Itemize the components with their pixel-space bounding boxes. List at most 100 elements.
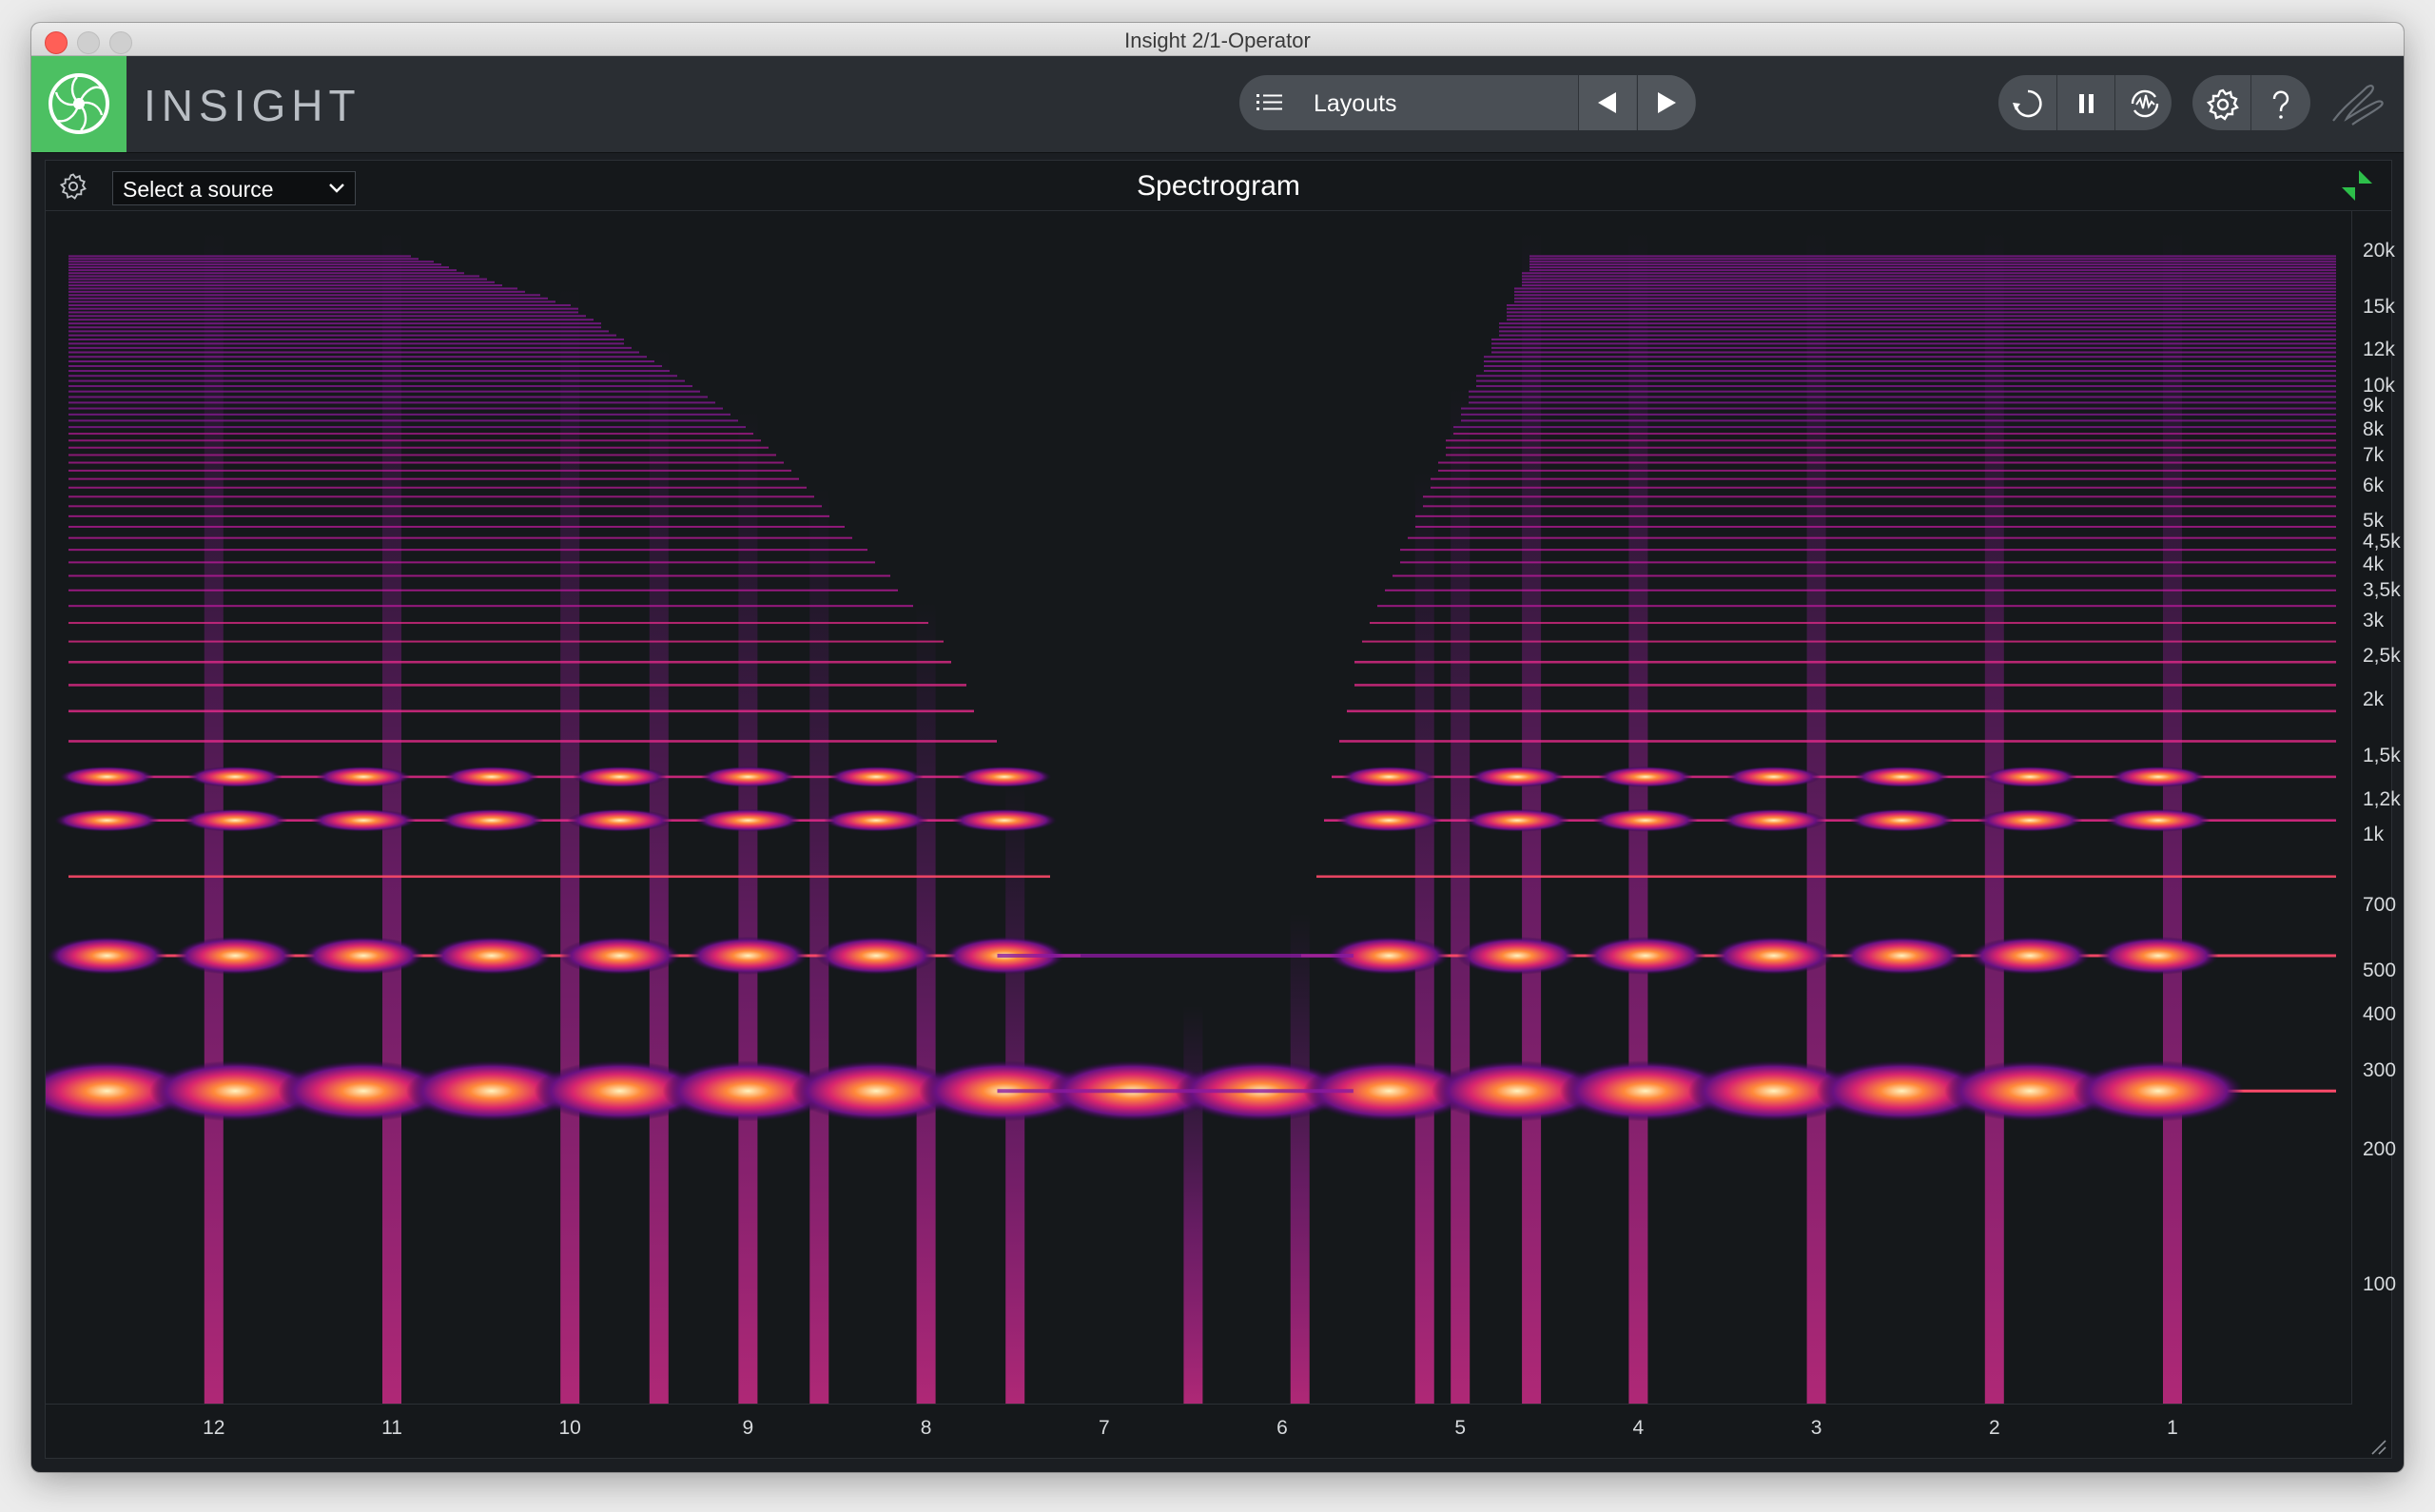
note-energy-blob — [701, 766, 795, 787]
panel-header: Select a source Spectrogram — [46, 161, 2391, 211]
harmonic-line — [68, 574, 890, 577]
harmonic-line — [68, 342, 624, 345]
harmonic-line — [1469, 396, 2336, 398]
y-tick-label: 2k — [2363, 688, 2385, 711]
harmonic-line — [1491, 342, 2336, 345]
harmonic-line — [68, 266, 449, 269]
window-title: Insight 2/1-Operator — [1124, 29, 1311, 52]
harmonic-line — [68, 319, 594, 321]
harmonic-line — [1415, 525, 2336, 528]
x-tick-label: 11 — [381, 1417, 402, 1439]
harmonic-line — [1529, 269, 2336, 272]
harmonic-line — [1408, 536, 2336, 539]
harmonic-line — [1529, 255, 2336, 258]
panel-title: Spectrogram — [1137, 170, 1300, 202]
reset-button[interactable] — [1998, 75, 2055, 130]
note-energy-blob — [60, 766, 154, 787]
expand-corner-icon[interactable] — [2340, 168, 2374, 203]
harmonic-line — [68, 346, 632, 349]
next-layout-button[interactable] — [1637, 75, 1695, 130]
harmonic-line — [68, 281, 495, 283]
harmonic-line — [68, 290, 525, 293]
harmonic-line — [68, 278, 487, 281]
x-tick-label: 1 — [2167, 1417, 2178, 1439]
note-energy-blob — [2073, 1060, 2245, 1122]
note-energy-blob — [957, 766, 1052, 787]
note-energy-blob — [695, 808, 801, 832]
onset-streak — [916, 602, 936, 1404]
resize-grip-icon[interactable] — [2367, 1435, 2387, 1456]
note-energy-blob — [187, 766, 282, 787]
harmonic-line — [1393, 574, 2336, 577]
harmonic-line — [1476, 385, 2336, 388]
harmonic-line — [1438, 469, 2336, 472]
harmonic-line — [68, 561, 875, 564]
note-energy-blob — [1341, 766, 1436, 787]
y-tick-label: 10k — [2363, 374, 2395, 397]
y-tick-label: 700 — [2363, 893, 2397, 916]
harmonic-line — [1461, 419, 2336, 422]
main-toolbar: INSIGHT Layouts — [31, 56, 2404, 153]
freeze-button[interactable] — [2114, 75, 2172, 130]
note-energy-blob — [1841, 936, 1962, 975]
harmonic-line — [1446, 446, 2336, 449]
harmonic-line — [68, 375, 677, 378]
harmonic-line — [68, 275, 479, 278]
harmonic-line — [1529, 263, 2336, 266]
logo-button[interactable] — [31, 56, 127, 152]
note-energy-blob — [1336, 808, 1442, 832]
help-button[interactable] — [2250, 75, 2308, 130]
harmonic-line — [1461, 407, 2336, 410]
x-tick-label: 12 — [203, 1417, 225, 1439]
harmonic-line — [1507, 319, 2336, 321]
freeze-icon — [2131, 89, 2159, 118]
time-axis: 12 11 10 9 8 7 6 5 4 3 2 1 — [46, 1404, 2351, 1457]
note-energy-blob — [1726, 766, 1821, 787]
settings-button[interactable] — [2192, 75, 2250, 130]
harmonic-line — [68, 396, 708, 398]
frequency-axis: 20k 15k 12k 10k 9k 8k 7k 6k 5k 4,5k 4k 3,5k 3k 2,5k 2k… — [2351, 211, 2401, 1404]
harmonic-line — [1529, 266, 2336, 269]
y-tick-label: 300 — [2363, 1058, 2397, 1081]
note-energy-blob — [1713, 936, 1835, 975]
harmonic-line — [68, 514, 829, 517]
harmonic-line — [68, 258, 419, 261]
note-energy-blob — [559, 936, 681, 975]
harmonic-line — [68, 439, 761, 442]
izotope-logo-icon — [49, 73, 109, 134]
harmonic-line — [68, 330, 609, 333]
list-menu-icon[interactable] — [1256, 91, 1283, 114]
harmonic-line — [1476, 379, 2336, 382]
harmonic-line — [68, 549, 867, 552]
pause-button[interactable] — [2056, 75, 2114, 130]
note-energy-blob — [444, 766, 539, 787]
pause-icon — [2079, 94, 2094, 113]
previous-layout-button[interactable] — [1578, 75, 1636, 130]
y-tick-label: 1,5k — [2363, 745, 2401, 767]
note-energy-blob — [1969, 936, 2091, 975]
spectrogram-plot[interactable] — [46, 211, 2352, 1405]
note-energy-blob — [311, 808, 417, 832]
y-tick-label: 400 — [2363, 1002, 2397, 1025]
harmonic-line — [68, 272, 464, 275]
harmonic-line — [1400, 549, 2336, 552]
reset-icon — [2013, 89, 2042, 118]
y-tick-label: 200 — [2363, 1137, 2397, 1160]
layouts-label[interactable]: Layouts — [1314, 90, 1397, 118]
note-energy-blob — [828, 766, 924, 787]
harmonic-line — [1514, 300, 2336, 303]
y-tick-label: 9k — [2363, 395, 2385, 417]
triangle-right-icon — [1658, 92, 1676, 113]
title-bar[interactable]: Insight 2/1-Operator — [31, 23, 2404, 56]
x-tick-label: 6 — [1276, 1417, 1288, 1439]
harmonic-line — [68, 426, 746, 429]
note-energy-blob — [54, 808, 160, 832]
y-tick-label: 100 — [2363, 1273, 2397, 1296]
x-tick-label: 2 — [1988, 1417, 2000, 1439]
y-tick-label: 5k — [2363, 510, 2385, 533]
harmonic-line — [68, 364, 662, 367]
harmonic-line — [68, 525, 845, 528]
harmonic-line — [1507, 307, 2336, 310]
layouts-bar: Layouts — [1239, 75, 1696, 130]
note-energy-blob — [2111, 766, 2206, 787]
